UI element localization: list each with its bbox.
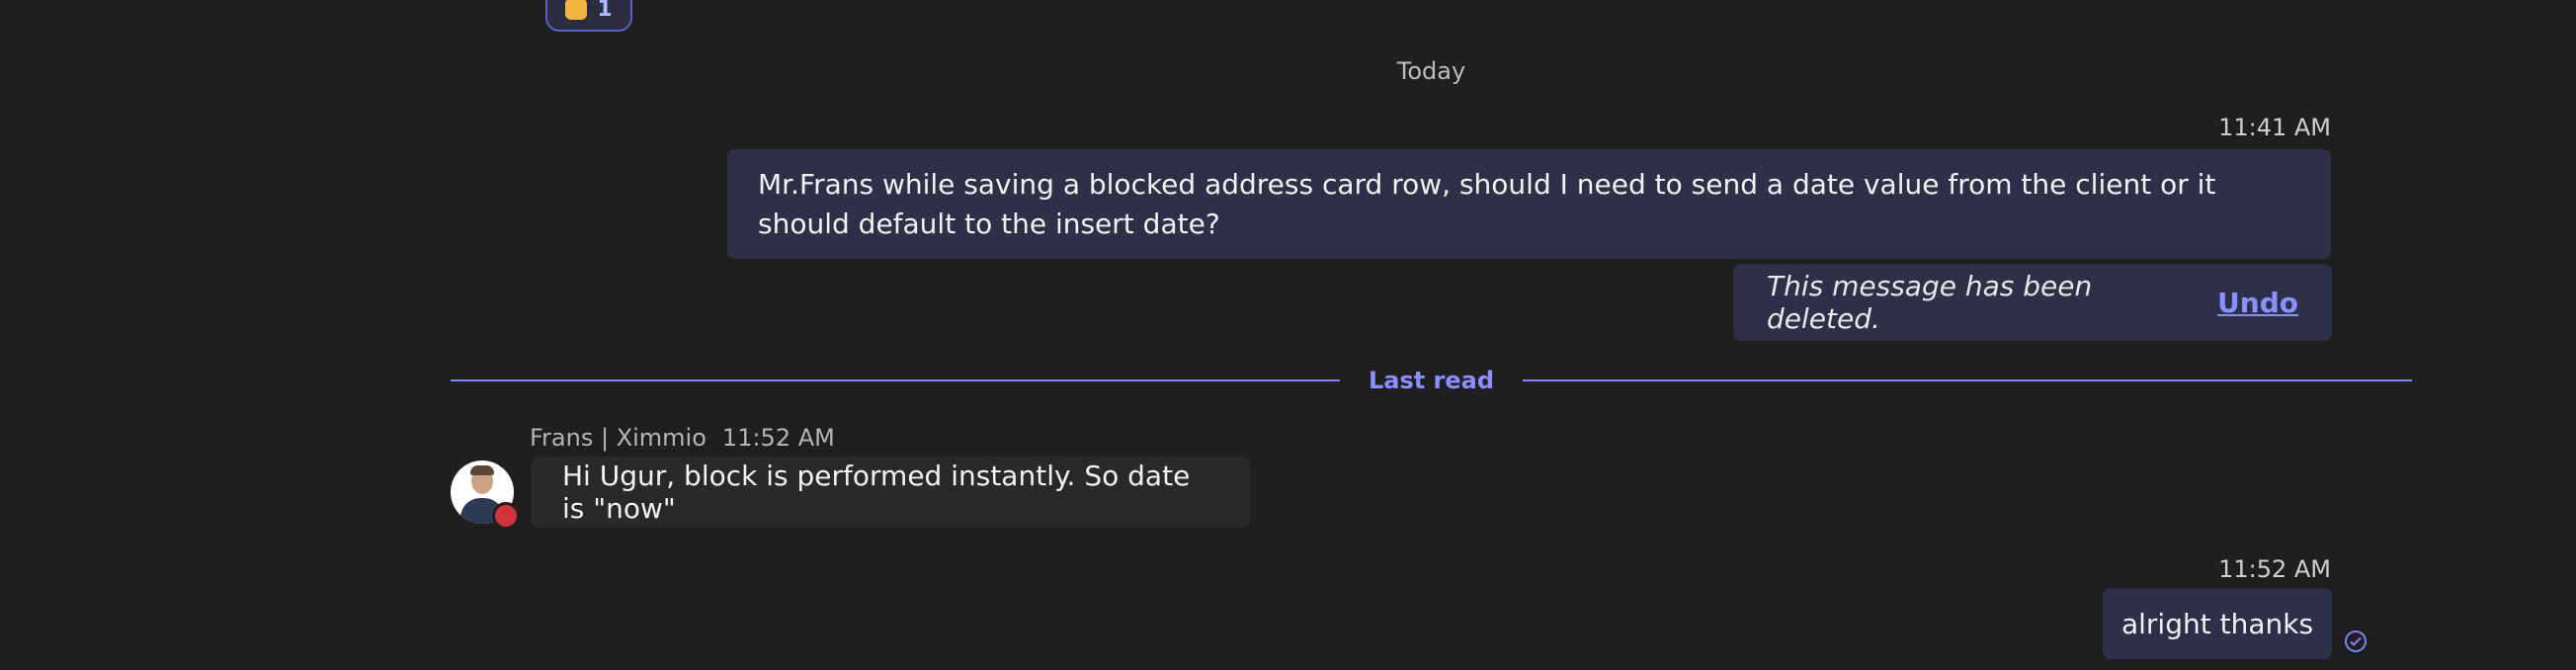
other-message-bubble[interactable]: Hi Ugur, block is performed instantly. S… xyxy=(531,457,1250,528)
last-read-divider-left xyxy=(451,379,1340,381)
read-receipt-check-icon xyxy=(2345,630,2367,652)
last-read-label: Last read xyxy=(1368,367,1495,394)
message-timestamp: 11:52 AM xyxy=(2218,555,2331,583)
reaction-count: 1 xyxy=(597,0,613,22)
message-timestamp: 11:41 AM xyxy=(2218,114,2331,141)
my-message-bubble[interactable]: alright thanks xyxy=(2103,588,2332,659)
presence-busy-icon xyxy=(492,502,520,530)
my-message-bubble[interactable]: Mr.Frans while saving a blocked address … xyxy=(727,149,2331,259)
last-read-divider-right xyxy=(1523,379,2412,381)
deleted-message-bubble: This message has been deleted. Undo xyxy=(1733,264,2332,341)
undo-link[interactable]: Undo xyxy=(2217,287,2298,319)
message-text: alright thanks xyxy=(2120,607,2314,640)
message-header: Frans | Ximmio 11:52 AM xyxy=(530,424,835,452)
message-text: Hi Ugur, block is performed instantly. S… xyxy=(562,460,1191,525)
deleted-message-text: This message has been deleted. xyxy=(1767,270,2093,335)
thumbs-up-icon xyxy=(565,0,588,20)
sender-name: Frans | Ximmio xyxy=(530,424,706,452)
reaction-chip[interactable]: 1 xyxy=(545,0,632,32)
message-timestamp: 11:52 AM xyxy=(721,424,835,452)
day-divider: Today xyxy=(1396,57,1466,85)
message-text: Mr.Frans while saving a blocked address … xyxy=(758,168,2216,240)
